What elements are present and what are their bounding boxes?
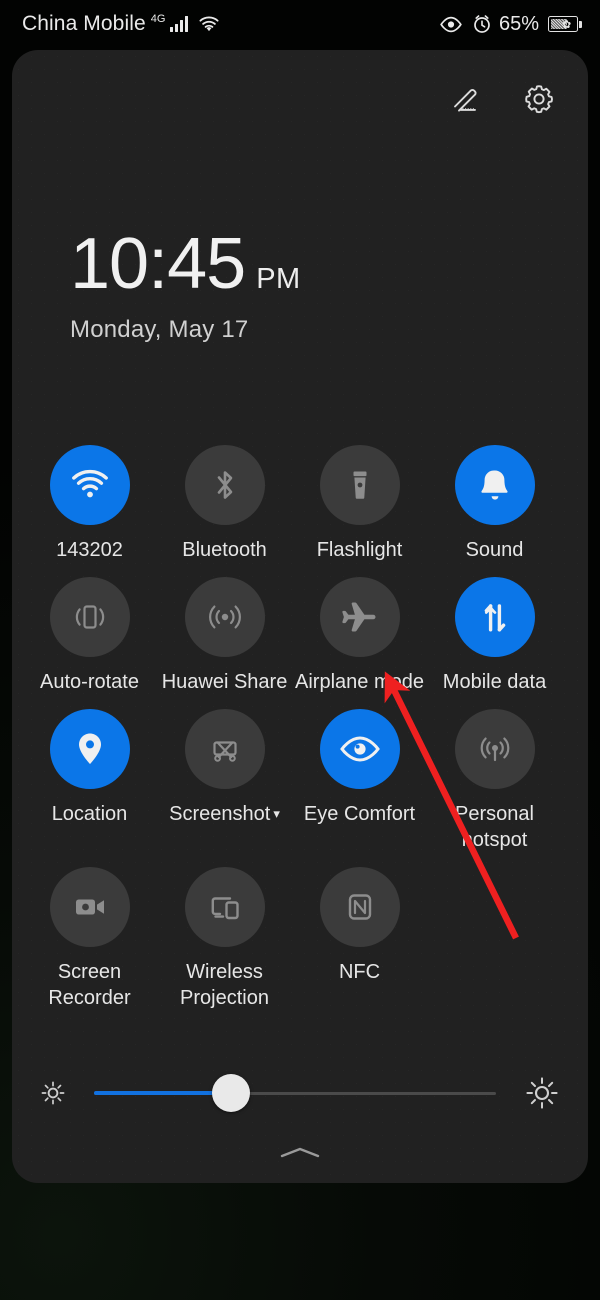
clock-date: Monday, May 17 <box>70 316 249 343</box>
chevron-up-icon <box>280 1147 320 1158</box>
toggle-label: NFC <box>338 961 381 983</box>
screen-recorder-toggle-circle <box>49 867 130 947</box>
toggle-label: Sound <box>465 539 524 561</box>
toggle-label: Wireless Projection <box>180 961 269 1009</box>
status-bar-left: China Mobile 4G <box>22 12 220 36</box>
battery-power-saving-icon: ✿ <box>548 16 582 32</box>
slider-thumb[interactable] <box>211 1074 250 1112</box>
gear-icon[interactable] <box>516 76 562 122</box>
signal-bars-icon <box>170 16 189 32</box>
toggle-row-3: Location Screenshot ▾ Eye Comfort Person… <box>12 709 588 853</box>
toggle-label: Mobile data <box>442 671 547 693</box>
toggle-row-2: Auto-rotate Huawei Share Airplane mode M… <box>12 577 588 695</box>
toggle-label: Location <box>51 803 128 825</box>
slider-track-fill <box>94 1091 231 1095</box>
carrier-name: China Mobile <box>22 12 146 35</box>
auto-rotate-toggle-circle <box>49 577 130 657</box>
toggle-label: 143202 <box>56 539 123 561</box>
bluetooth-toggle-circle <box>184 445 265 525</box>
toggle-label: Airplane mode <box>295 671 424 693</box>
clock-block[interactable]: 10:45 PM Monday, May 17 <box>70 228 301 344</box>
toggle-label: Flashlight <box>316 539 403 561</box>
toggle-label: Personal hotspot <box>455 803 534 851</box>
brightness-high-sun-icon[interactable] <box>522 1073 562 1113</box>
toggle-screenshot[interactable]: Screenshot ▾ <box>157 709 292 853</box>
wifi-icon <box>198 16 220 33</box>
toggle-bluetooth[interactable]: Bluetooth <box>157 445 292 563</box>
location-toggle-circle <box>49 709 130 789</box>
wireless-projection-icon <box>211 897 239 920</box>
toggle-airplane-mode[interactable]: Airplane mode <box>292 577 427 695</box>
brightness-low-sun-icon[interactable] <box>38 1078 68 1108</box>
screenshot-icon <box>212 741 237 762</box>
toggle-auto-rotate[interactable]: Auto-rotate <box>22 577 157 695</box>
hotspot-icon <box>480 737 509 762</box>
toggle-personal-hotspot[interactable]: Personal hotspot <box>427 709 562 853</box>
toggle-label: Screenshot ▾ <box>169 801 280 829</box>
bluetooth-icon <box>217 471 232 499</box>
toggle-nfc[interactable]: NFC <box>292 867 427 1011</box>
pencil-edit-icon[interactable] <box>442 76 488 122</box>
quick-toggle-grid: 143202 Bluetooth Flashlight Sound Auto-r… <box>12 445 588 1011</box>
airplane-toggle-circle <box>319 577 400 657</box>
nfc-icon <box>348 894 371 920</box>
toggle-wifi[interactable]: 143202 <box>22 445 157 563</box>
toggle-mobile-data[interactable]: Mobile data <box>427 577 562 695</box>
airplane-icon <box>341 602 375 632</box>
battery-percent: 65% <box>498 12 539 35</box>
network-type-label: 4G <box>150 13 166 25</box>
huawei-share-toggle-circle <box>184 577 265 657</box>
toggle-row-4: Screen Recorder Wireless Projection NFC <box>12 867 588 1011</box>
eye-comfort-toggle-circle <box>319 709 400 789</box>
location-pin-icon <box>78 733 101 764</box>
status-bar: China Mobile 4G 65% ✿ <box>0 0 600 48</box>
toggle-label: Bluetooth <box>182 539 267 561</box>
eye-comfort-status-icon <box>439 16 463 33</box>
screenshot-toggle-circle <box>184 709 265 789</box>
clock-row: 10:45 PM <box>70 228 301 300</box>
brightness-control <box>12 1065 588 1121</box>
eye-icon <box>339 736 380 762</box>
toggle-screen-recorder[interactable]: Screen Recorder <box>22 867 157 1011</box>
toggle-label: Screen Recorder <box>48 961 131 1009</box>
clock-time: 10:45 <box>70 224 246 304</box>
flashlight-toggle-circle <box>319 445 400 525</box>
chevron-down-icon[interactable]: ▾ <box>273 806 280 821</box>
status-bar-right: 65% ✿ <box>439 12 582 36</box>
clock-ampm: PM <box>256 263 301 295</box>
toggle-location[interactable]: Location <box>22 709 157 853</box>
wireless-projection-toggle-circle <box>184 867 265 947</box>
panel-action-buttons <box>442 76 562 122</box>
mobile-data-arrows-icon <box>484 604 505 632</box>
toggle-label: Eye Comfort <box>303 803 416 825</box>
brightness-slider[interactable] <box>94 1074 496 1112</box>
phone-screen: China Mobile 4G 65% ✿ 10:45 PM Monday, M… <box>0 0 600 1300</box>
huawei-share-icon <box>208 605 241 629</box>
wifi-toggle-circle <box>49 445 130 525</box>
toggle-row-1: 143202 Bluetooth Flashlight Sound <box>12 445 588 563</box>
toggle-huawei-share[interactable]: Huawei Share <box>157 577 292 695</box>
toggle-eye-comfort[interactable]: Eye Comfort <box>292 709 427 853</box>
toggle-label-text: Screenshot <box>169 803 271 825</box>
toggle-label: Auto-rotate <box>40 671 139 693</box>
panel-collapse-handle[interactable] <box>270 1143 330 1161</box>
nfc-toggle-circle <box>319 867 400 947</box>
mobile-data-toggle-circle <box>454 577 535 657</box>
auto-rotate-icon <box>75 605 104 629</box>
hotspot-toggle-circle <box>454 709 535 789</box>
toggle-flashlight[interactable]: Flashlight <box>292 445 427 563</box>
screen-recorder-icon <box>75 899 104 915</box>
toggle-sound[interactable]: Sound <box>427 445 562 563</box>
flashlight-icon <box>353 471 366 499</box>
wifi-icon <box>71 469 108 498</box>
alarm-clock-icon <box>472 14 492 34</box>
sound-toggle-circle <box>454 445 535 525</box>
toggle-wireless-projection[interactable]: Wireless Projection <box>157 867 292 1011</box>
toggle-label: Huawei Share <box>161 671 288 693</box>
bell-icon <box>480 470 508 500</box>
quick-settings-panel: 10:45 PM Monday, May 17 143202 Bluetooth… <box>12 50 588 1183</box>
